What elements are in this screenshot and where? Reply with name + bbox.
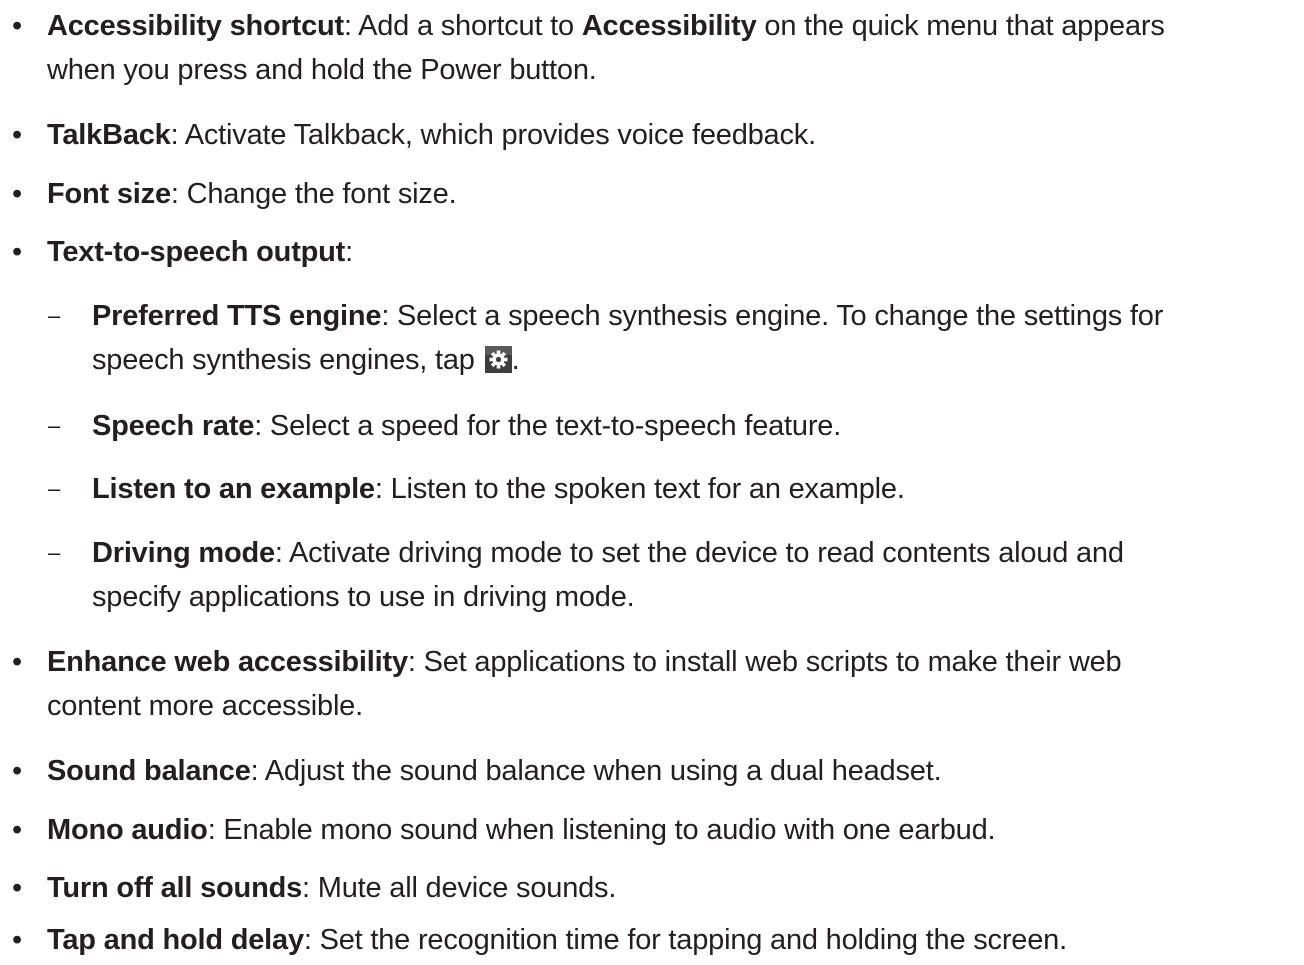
list-item-turn-off-all-sounds: • Turn off all sounds: Mute all device s… <box>12 866 617 910</box>
sublist-item-preferred-tts-engine: – Preferred TTS engine: Select a speech … <box>48 294 1163 382</box>
item-line: Accessibility shortcut: Add a shortcut t… <box>47 4 1165 48</box>
dash: – <box>48 540 61 565</box>
item-desc: : Select a speech synthesis engine. To c… <box>381 300 1164 332</box>
item-term: Listen to an example <box>92 473 375 505</box>
item-term-inline: Accessibility <box>581 10 757 42</box>
item-term: Text-to-speech output <box>47 236 346 268</box>
item-term: Accessibility shortcut <box>47 10 344 42</box>
item-desc: : Set the recognition time for tapping a… <box>303 924 1067 956</box>
item-term: Speech rate <box>92 410 255 442</box>
gear-icon <box>484 342 512 373</box>
dash: – <box>48 476 61 501</box>
dash: – <box>48 303 61 328</box>
item-line: specify applications to use in driving m… <box>92 581 635 613</box>
item-line: speech synthesis engines, tap . <box>92 338 1163 382</box>
bullet: • <box>12 119 22 151</box>
item-term: Enhance web accessibility <box>47 646 408 678</box>
list-item-accessibility-shortcut: • Accessibility shortcut: Add a shortcut… <box>12 4 1165 92</box>
bullet: • <box>12 924 22 956</box>
dash: – <box>48 413 61 438</box>
item-line: Preferred TTS engine: Select a speech sy… <box>92 294 1163 338</box>
item-line: Driving mode: Activate driving mode to s… <box>92 531 1124 575</box>
item-desc: : Listen to the spoken text for an examp… <box>374 473 905 505</box>
item-term: Turn off all sounds <box>47 872 303 904</box>
item-desc: : <box>345 236 353 268</box>
bullet: • <box>12 814 22 846</box>
bullet: • <box>12 646 22 678</box>
list-item-talkback: • TalkBack: Activate Talkback, which pro… <box>12 113 817 157</box>
item-desc: speech synthesis engines, tap <box>92 344 483 376</box>
bullet: • <box>12 872 22 904</box>
item-desc: : Change the font size. <box>170 178 457 210</box>
sublist-item-listen-to-an-example: – Listen to an example: Listen to the sp… <box>48 467 905 511</box>
list-item-sound-balance: • Sound balance: Adjust the sound balanc… <box>12 749 942 793</box>
item-line: when you press and hold the Power button… <box>47 54 597 86</box>
bullet: • <box>12 236 22 268</box>
list-item-tap-and-hold-delay: • Tap and hold delay: Set the recognitio… <box>12 918 1067 962</box>
item-term: Preferred TTS engine <box>92 300 382 332</box>
item-desc: . <box>511 344 520 376</box>
item-term: Tap and hold delay <box>47 924 304 956</box>
list-item-enhance-web-accessibility: • Enhance web accessibility: Set applica… <box>12 640 1122 728</box>
item-desc: : Activate Talkback, which provides voic… <box>170 119 817 151</box>
item-term: Mono audio <box>47 814 208 846</box>
item-term: Driving mode <box>92 537 275 569</box>
item-desc: on the quick menu that appears <box>756 10 1165 42</box>
bullet: • <box>12 178 22 210</box>
list-item-mono-audio: • Mono audio: Enable mono sound when lis… <box>12 808 996 852</box>
bullet: • <box>12 10 22 42</box>
sublist-item-driving-mode: – Driving mode: Activate driving mode to… <box>48 531 1124 619</box>
bullet: • <box>12 755 22 787</box>
item-term: Sound balance <box>47 755 251 787</box>
list-item-font-size: • Font size: Change the font size. <box>12 172 457 216</box>
item-desc: : Activate driving mode to set the devic… <box>274 537 1124 569</box>
item-desc: : Select a speed for the text-to-speech … <box>254 410 842 442</box>
item-term: Font size <box>47 178 171 210</box>
item-desc: : Enable mono sound when listening to au… <box>207 814 996 846</box>
list-item-text-to-speech-output: • Text-to-speech output: <box>12 230 353 274</box>
item-desc: : Mute all device sounds. <box>302 872 617 904</box>
item-line: Enhance web accessibility: Set applicati… <box>47 640 1122 684</box>
item-desc: : Set applications to install web script… <box>407 646 1122 678</box>
item-desc: : Add a shortcut to <box>343 10 582 42</box>
item-desc: : Adjust the sound balance when using a … <box>250 755 942 787</box>
item-line: content more accessible. <box>47 690 363 722</box>
item-term: TalkBack <box>47 119 171 151</box>
sublist-item-speech-rate: – Speech rate: Select a speed for the te… <box>48 404 842 448</box>
